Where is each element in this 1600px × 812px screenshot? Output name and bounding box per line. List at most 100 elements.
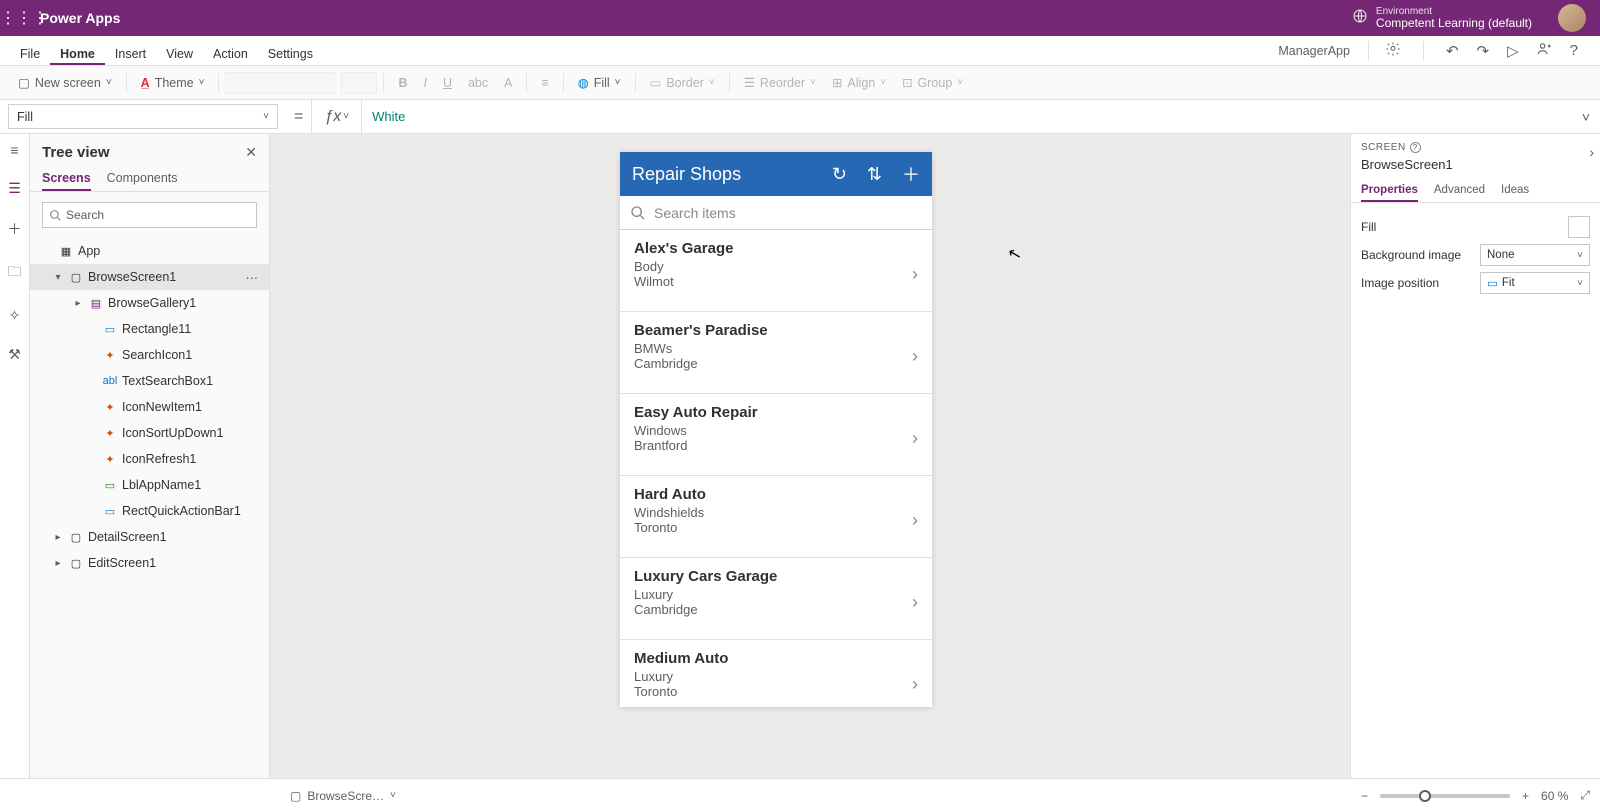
phone-title: Repair Shops: [632, 164, 812, 185]
theme-button[interactable]: A̲ Theme˅: [133, 72, 213, 94]
tree-item[interactable]: ✦SearchIcon1: [30, 342, 269, 368]
tree-item[interactable]: ▦App: [30, 238, 269, 264]
twist-icon[interactable]: ▸: [52, 532, 64, 543]
twist-icon[interactable]: ▸: [52, 558, 64, 569]
tree-item[interactable]: ✦IconRefresh1: [30, 446, 269, 472]
fit-screen-icon[interactable]: ⤢: [1580, 788, 1590, 803]
expand-formula-icon[interactable]: ˅: [1572, 109, 1600, 125]
property-selector-value: Fill: [17, 110, 33, 124]
list-item[interactable]: Easy Auto RepairWindowsBrantford›: [620, 394, 932, 476]
new-screen-button[interactable]: ▢ New screen˅: [10, 71, 120, 94]
reorder-button[interactable]: ☰ Reorder˅: [736, 71, 824, 94]
tree-item[interactable]: ✦IconNewItem1: [30, 394, 269, 420]
undo-icon[interactable]: ↶: [1446, 42, 1459, 60]
help-icon[interactable]: ?: [1570, 42, 1578, 59]
twist-icon[interactable]: ▸: [72, 298, 84, 309]
menu-file[interactable]: File: [10, 41, 50, 65]
fill-button[interactable]: ◍ Fill˅: [570, 71, 629, 94]
redo-icon[interactable]: ↷: [1477, 42, 1490, 60]
refresh-icon[interactable]: ↻: [832, 164, 847, 185]
tree-item[interactable]: ▭RectQuickActionBar1: [30, 498, 269, 524]
formula-bar: Fill ˅ = ƒx ˅ White ˅: [0, 100, 1600, 134]
tree-item[interactable]: ▸▢EditScreen1: [30, 550, 269, 576]
chevron-right-icon[interactable]: ›: [912, 264, 918, 285]
twist-icon[interactable]: ▾: [52, 272, 64, 283]
formula-input[interactable]: White: [362, 109, 1572, 125]
tree-item[interactable]: ▸▢DetailScreen1: [30, 524, 269, 550]
rail-tools-icon[interactable]: ⚒: [8, 346, 21, 363]
waffle-icon[interactable]: ⋮⋮⋮: [0, 8, 40, 28]
phone-search[interactable]: Search items: [620, 196, 932, 230]
font-family-select[interactable]: [225, 72, 335, 94]
environment-picker[interactable]: Environment Competent Learning (default): [1352, 6, 1532, 30]
more-icon[interactable]: ⋯: [246, 270, 260, 285]
rail-media-icon[interactable]: ✧: [9, 307, 21, 324]
chevron-right-icon[interactable]: ›: [912, 428, 918, 449]
font-size-select[interactable]: [341, 72, 377, 94]
chevron-right-icon[interactable]: ›: [912, 510, 918, 531]
rail-tree-icon[interactable]: ☰: [8, 180, 21, 197]
group-button[interactable]: ⊡ Group˅: [894, 71, 971, 94]
list-item[interactable]: Medium AutoLuxuryToronto›: [620, 640, 932, 707]
tree-item[interactable]: ablTextSearchBox1: [30, 368, 269, 394]
menu-view[interactable]: View: [156, 41, 203, 65]
chevron-right-icon[interactable]: ›: [912, 674, 918, 695]
list-item[interactable]: Beamer's ParadiseBMWsCambridge›: [620, 312, 932, 394]
prop-fill-swatch[interactable]: [1568, 216, 1590, 238]
menu-home[interactable]: Home: [50, 41, 105, 65]
menu-action[interactable]: Action: [203, 41, 258, 65]
screen-indicator-name[interactable]: BrowseScre…: [307, 789, 384, 803]
play-icon[interactable]: ▷: [1507, 42, 1519, 60]
italic-button[interactable]: I: [415, 72, 434, 94]
tree-item[interactable]: ▸▤BrowseGallery1: [30, 290, 269, 316]
tree-item[interactable]: ▭LblAppName1: [30, 472, 269, 498]
close-tree-icon[interactable]: ✕: [245, 144, 257, 161]
align-button[interactable]: ⊞ Align˅: [824, 71, 894, 94]
expand-props-icon[interactable]: ›: [1589, 144, 1594, 160]
tab-screens[interactable]: Screens: [42, 165, 91, 191]
text-align-button[interactable]: ≡: [533, 72, 556, 94]
props-tab-ideas[interactable]: Ideas: [1501, 180, 1529, 202]
underline-button[interactable]: U: [435, 72, 460, 94]
avatar[interactable]: [1558, 4, 1586, 32]
tree-item[interactable]: ▾▢BrowseScreen1⋯: [30, 264, 269, 290]
menu-insert[interactable]: Insert: [105, 41, 156, 65]
props-tab-advanced[interactable]: Advanced: [1434, 180, 1485, 202]
border-button[interactable]: ▭ Border˅: [642, 71, 723, 94]
zoom-out-icon[interactable]: −: [1361, 789, 1368, 803]
app-checker-icon[interactable]: [1385, 41, 1401, 61]
tree-item-label: DetailScreen1: [88, 530, 167, 544]
tree-item[interactable]: ✦IconSortUpDown1: [30, 420, 269, 446]
tree-item-icon: ✦: [102, 401, 118, 414]
fx-label[interactable]: ƒx ˅: [311, 100, 362, 133]
canvas-area[interactable]: Repair Shops ↻ ⇅ ＋ Search items Alex's G…: [270, 134, 1350, 778]
list-item[interactable]: Hard AutoWindshieldsToronto›: [620, 476, 932, 558]
tree-item-icon: ▭: [102, 479, 118, 492]
font-color-button[interactable]: A: [496, 72, 520, 94]
info-icon[interactable]: ?: [1410, 142, 1421, 153]
bold-button[interactable]: B: [390, 72, 415, 94]
props-tab-properties[interactable]: Properties: [1361, 180, 1418, 202]
tab-components[interactable]: Components: [107, 165, 178, 191]
rail-hamburger-icon[interactable]: ≡: [10, 142, 18, 158]
share-icon[interactable]: [1537, 41, 1552, 60]
zoom-in-icon[interactable]: +: [1522, 789, 1529, 803]
fill-label: Fill: [594, 76, 610, 90]
tree-item[interactable]: ▭Rectangle11: [30, 316, 269, 342]
tree-search-input[interactable]: Search: [42, 202, 257, 228]
rail-insert-icon[interactable]: ＋: [8, 219, 22, 239]
strike-button[interactable]: abc: [460, 72, 496, 94]
bucket-icon: ◍: [578, 75, 589, 90]
add-icon[interactable]: ＋: [902, 161, 920, 187]
list-item[interactable]: Alex's GarageBodyWilmot›: [620, 230, 932, 312]
prop-bgimage-select[interactable]: None˅: [1480, 244, 1590, 266]
list-item[interactable]: Luxury Cars GarageLuxuryCambridge›: [620, 558, 932, 640]
property-selector[interactable]: Fill ˅: [8, 104, 278, 129]
prop-imgpos-select[interactable]: ▭Fit˅: [1480, 272, 1590, 294]
chevron-right-icon[interactable]: ›: [912, 592, 918, 613]
sort-icon[interactable]: ⇅: [867, 164, 882, 185]
menu-settings[interactable]: Settings: [258, 41, 323, 65]
chevron-right-icon[interactable]: ›: [912, 346, 918, 367]
rail-data-icon[interactable]: 🗀: [8, 261, 22, 285]
zoom-slider[interactable]: [1380, 794, 1510, 798]
